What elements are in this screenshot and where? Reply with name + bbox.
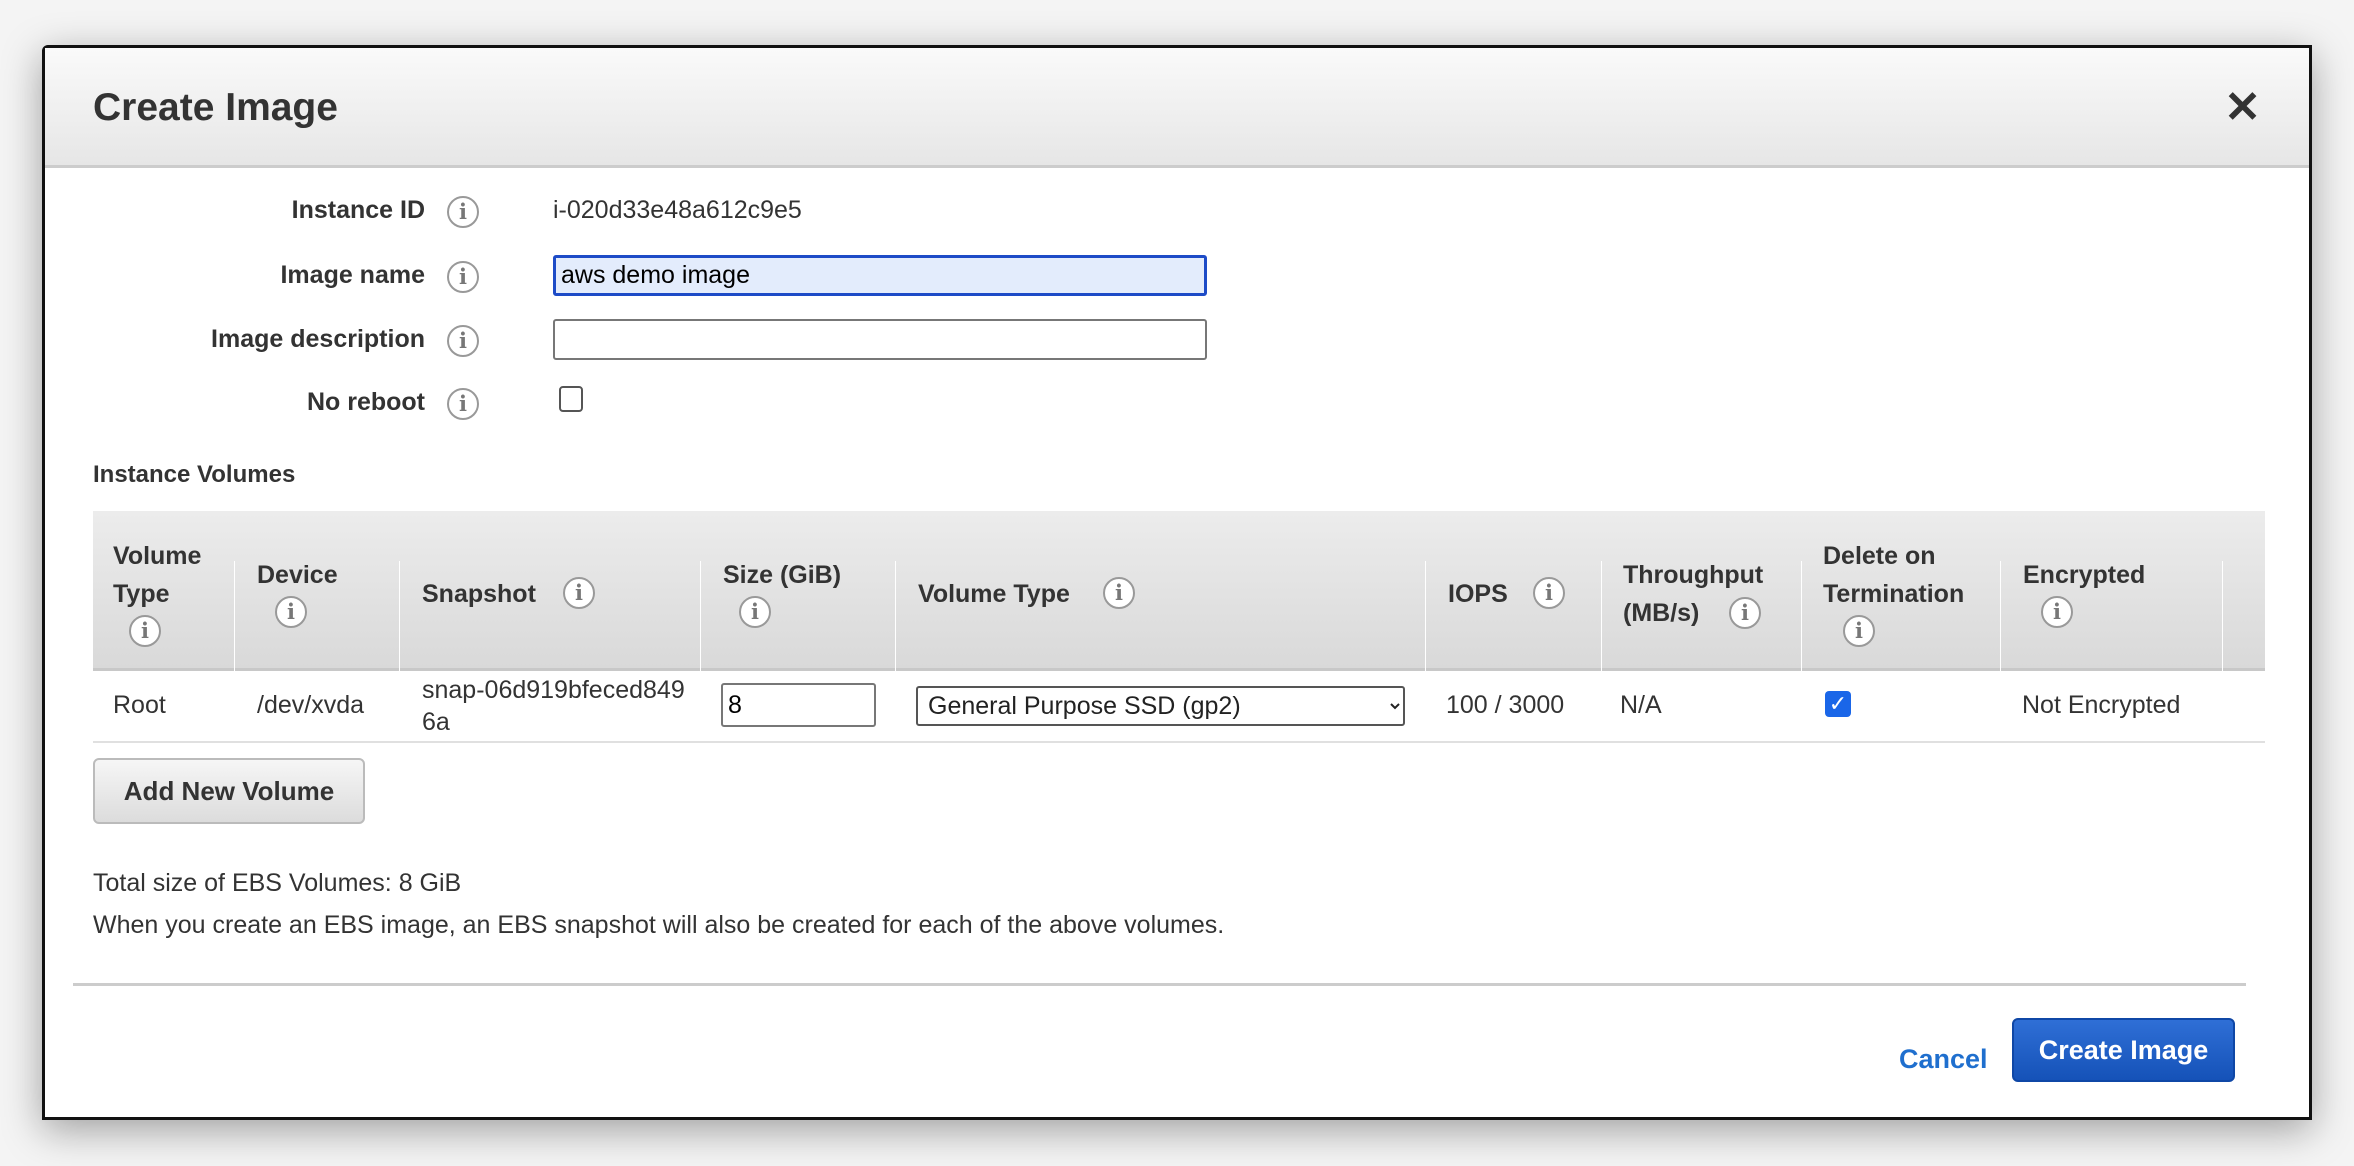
instance-volumes-title: Instance Volumes — [93, 461, 296, 488]
info-icon[interactable]: i — [447, 261, 479, 293]
col-snapshot: Snapshot — [422, 580, 536, 608]
info-icon[interactable]: i — [1103, 577, 1135, 609]
info-icon[interactable]: i — [275, 596, 307, 628]
total-size-text: Total size of EBS Volumes: 8 GiB — [93, 869, 462, 897]
col-device: Device i — [257, 556, 367, 628]
info-icon[interactable]: i — [739, 596, 771, 628]
info-icon[interactable]: i — [1729, 597, 1761, 629]
row-divider — [93, 741, 2265, 743]
info-icon[interactable]: i — [447, 196, 479, 228]
col-throughput: Throughput (MB/s) — [1623, 561, 1764, 627]
cell-encrypted: Not Encrypted — [2022, 691, 2181, 719]
info-icon[interactable]: i — [447, 388, 479, 420]
col-encrypted: Encrypted i — [2023, 556, 2193, 628]
info-icon[interactable]: i — [447, 325, 479, 357]
delete-on-termination-checkbox[interactable]: ✓ — [1825, 691, 1851, 717]
image-name-input[interactable] — [553, 255, 1207, 296]
info-icon[interactable]: i — [2041, 596, 2073, 628]
cell-volume-type: Root — [113, 691, 166, 719]
no-reboot-label: No reboot — [306, 388, 425, 416]
dialog-header: Create Image ✕ — [45, 48, 2309, 168]
info-icon[interactable]: i — [129, 615, 161, 647]
no-reboot-checkbox[interactable] — [559, 386, 583, 412]
create-image-dialog: Create Image ✕ Instance ID i i-020d33e48… — [42, 45, 2312, 1120]
col-size: Size (GiB) i — [723, 556, 863, 628]
footer-divider — [73, 983, 2246, 986]
info-icon[interactable]: i — [563, 577, 595, 609]
col-volume-type-select: Volume Type — [918, 580, 1070, 608]
cell-device: /dev/xvda — [257, 691, 365, 719]
create-image-button[interactable]: Create Image — [2012, 1018, 2235, 1082]
cancel-button[interactable]: Cancel — [1899, 1044, 1988, 1075]
col-delete-on-termination: Delete on Termination i — [1823, 537, 1993, 647]
add-new-volume-button[interactable]: Add New Volume — [93, 758, 365, 824]
info-icon[interactable]: i — [1843, 615, 1875, 647]
instance-id-label: Instance ID — [291, 196, 425, 224]
size-input[interactable] — [721, 683, 876, 727]
cell-throughput: N/A — [1620, 691, 1662, 719]
volumes-table-header: Volume Type i Device i Snapshot i Size (Gi… — [93, 511, 2265, 671]
image-name-label: Image name — [280, 261, 425, 289]
image-description-label: Image description — [211, 325, 425, 353]
dialog-title: Create Image — [93, 86, 338, 129]
image-description-input[interactable] — [553, 319, 1207, 360]
col-iops: IOPS — [1448, 580, 1508, 608]
info-icon[interactable]: i — [1533, 577, 1565, 609]
volume-type-select[interactable]: General Purpose SSD (gp2) — [916, 686, 1405, 726]
close-icon[interactable]: ✕ — [2224, 82, 2261, 133]
col-volume-type: Volume Type i — [113, 537, 223, 647]
cell-snapshot: snap-06d919bfeced8496a — [422, 676, 685, 736]
instance-id-value: i-020d33e48a612c9e5 — [553, 196, 802, 224]
cell-iops: 100 / 3000 — [1446, 691, 1565, 719]
snapshot-note: When you create an EBS image, an EBS sna… — [93, 911, 1225, 939]
